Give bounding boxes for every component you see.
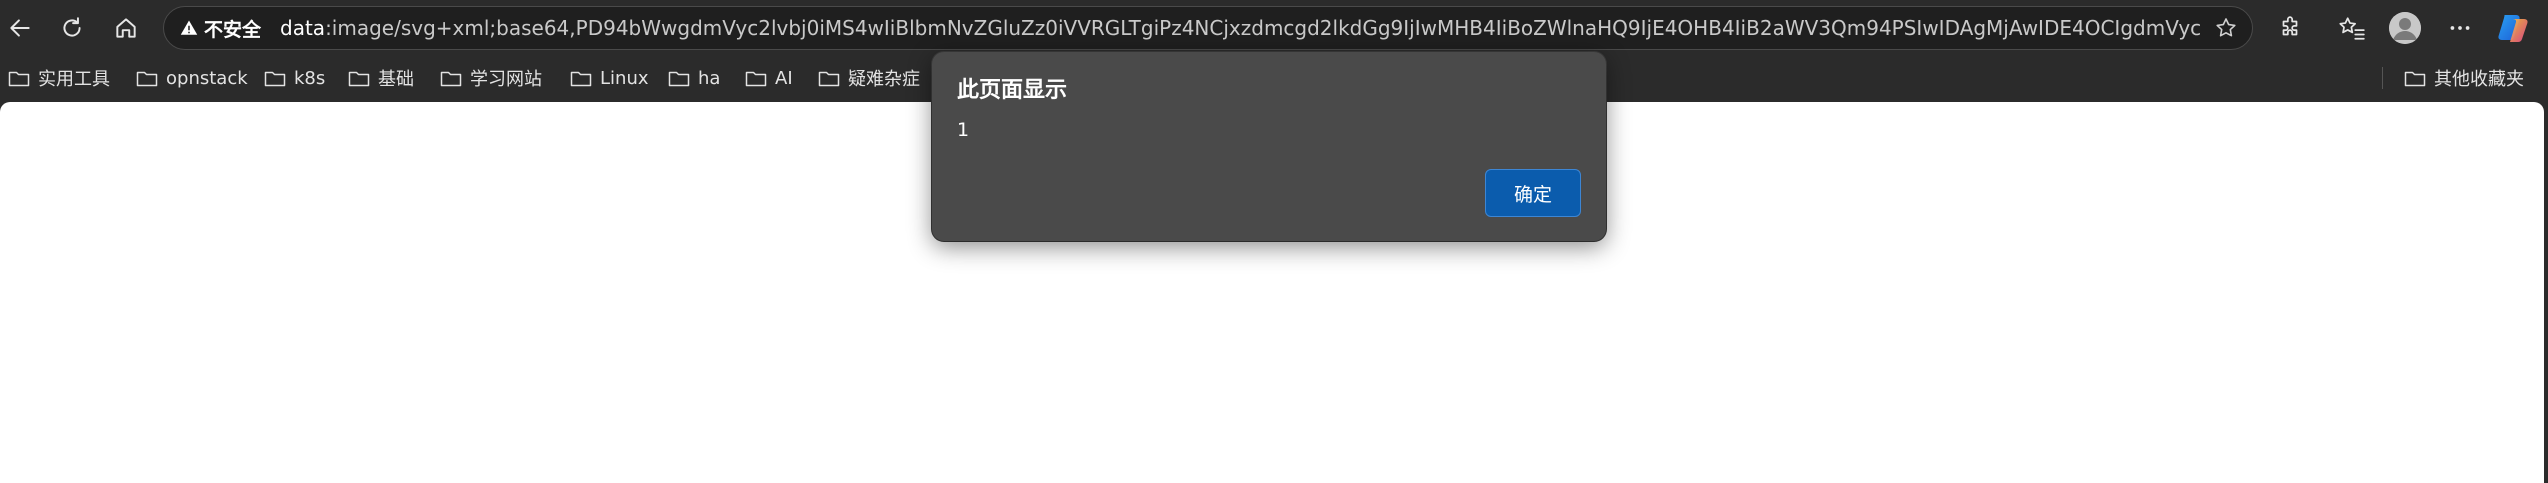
bookmark-label: 实用工具: [38, 69, 110, 90]
profile-avatar[interactable]: [2389, 12, 2421, 44]
bookmarks-divider: [2382, 67, 2383, 89]
puzzle-icon: [2282, 16, 2298, 36]
star-icon[interactable]: [2214, 16, 2238, 40]
bookmark-label: Linux: [600, 67, 649, 89]
favorites-button[interactable]: [2332, 8, 2372, 48]
folder-icon: [264, 71, 286, 87]
browser-toolbar: 不安全 data:image/svg+xml;base64,PD94bWwgdm…: [0, 0, 2548, 56]
ok-button[interactable]: 确定: [1485, 169, 1581, 217]
bookmark-folder[interactable]: 基础: [348, 60, 414, 96]
folder-icon: [440, 71, 462, 87]
url-rest: :image/svg+xml;base64,PD94bWwgdmVyc2lvbj…: [325, 16, 2200, 40]
dialog-message: 1: [957, 119, 970, 141]
dialog-title: 此页面显示: [957, 78, 1068, 103]
folder-icon: [2404, 71, 2426, 87]
back-button[interactable]: [0, 8, 40, 48]
address-bar[interactable]: 不安全 data:image/svg+xml;base64,PD94bWwgdm…: [163, 6, 2253, 50]
bookmark-folder[interactable]: k8s: [264, 60, 325, 96]
bookmark-label: 疑难杂症: [848, 69, 920, 90]
folder-icon: [348, 71, 370, 87]
arrow-left-icon: [10, 19, 30, 37]
bookmark-label: opnstack: [166, 67, 248, 89]
bookmark-folder[interactable]: 学习网站: [440, 60, 542, 96]
security-indicator[interactable]: 不安全: [180, 7, 261, 49]
refresh-icon: [63, 17, 81, 37]
bookmark-folder[interactable]: ha: [668, 60, 720, 96]
copilot-icon[interactable]: [2496, 11, 2530, 45]
bookmark-folder[interactable]: AI: [745, 60, 793, 96]
bookmark-label: AI: [775, 67, 793, 89]
avatar-icon: [2389, 12, 2421, 44]
bookmark-label: ha: [698, 67, 721, 89]
bookmark-folder[interactable]: opnstack: [136, 60, 248, 96]
warning-icon: [180, 20, 198, 35]
folder-icon: [570, 71, 592, 87]
folder-icon: [8, 71, 30, 87]
folder-icon: [818, 71, 840, 87]
more-icon: [2450, 26, 2470, 30]
home-icon: [116, 18, 136, 38]
url-scheme: data: [280, 16, 326, 40]
bookmark-label: 学习网站: [470, 69, 542, 90]
bookmark-folder[interactable]: Linux: [570, 60, 649, 96]
other-bookmarks-label: 其他收藏夹: [2434, 69, 2524, 90]
home-button[interactable]: [106, 8, 146, 48]
bookmark-folder[interactable]: 实用工具: [8, 60, 110, 96]
security-label: 不安全: [204, 18, 262, 41]
url-text[interactable]: data:image/svg+xml;base64,PD94bWwgdmVyc2…: [280, 7, 2200, 49]
folder-icon: [136, 71, 158, 87]
bookmark-label: k8s: [294, 67, 326, 89]
bookmark-folder[interactable]: 疑难杂症: [818, 60, 920, 96]
browser-window: 不安全 data:image/svg+xml;base64,PD94bWwgdm…: [0, 0, 2548, 483]
folder-icon: [668, 71, 690, 87]
bookmark-label: 基础: [378, 69, 414, 90]
alert-dialog: 此页面显示 1 确定: [932, 52, 1606, 241]
folder-icon: [745, 71, 767, 87]
refresh-button[interactable]: [52, 8, 92, 48]
other-bookmarks-folder[interactable]: 其他收藏夹: [2404, 60, 2524, 96]
more-button[interactable]: [2440, 8, 2480, 48]
favorites-icon: [2339, 17, 2365, 40]
extensions-button[interactable]: [2270, 8, 2310, 48]
